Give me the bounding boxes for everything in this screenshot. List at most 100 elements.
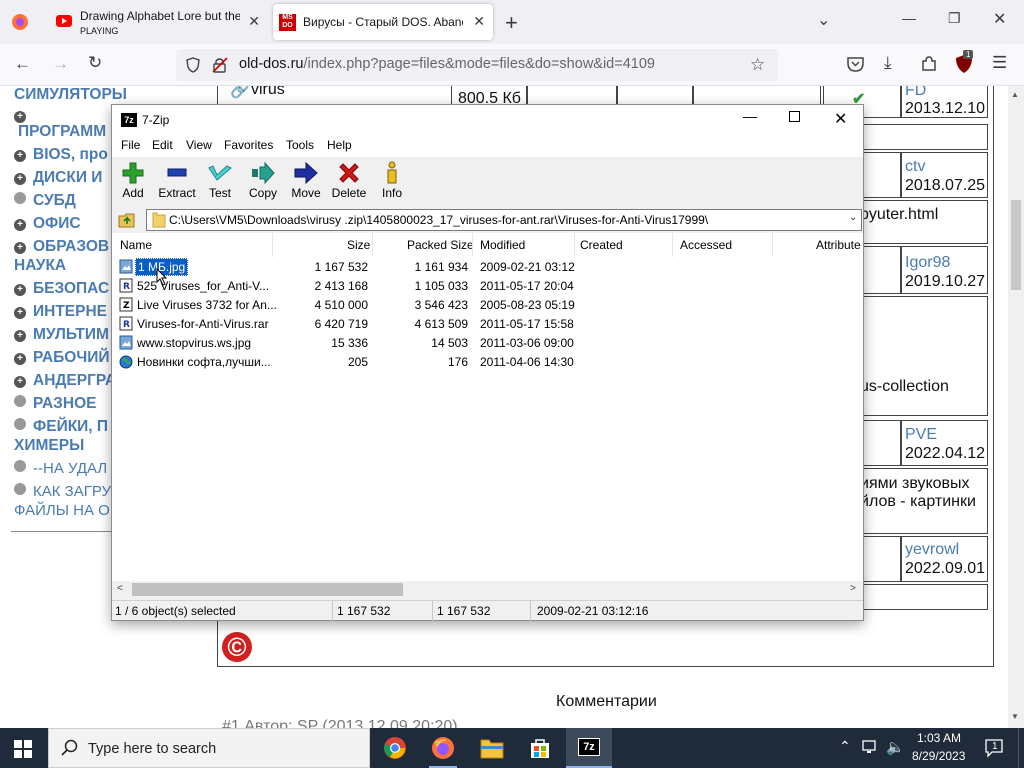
menu-item[interactable]: ХИМЕРЫ xyxy=(14,437,84,455)
column-header-modified[interactable]: Modified xyxy=(480,238,525,252)
file-row[interactable]: R 525 Viruses_for_Anti-V... 2 413 168 1 … xyxy=(112,276,863,295)
test-button[interactable]: Test xyxy=(197,157,243,205)
menu-file[interactable]: File xyxy=(121,138,140,152)
menu-item[interactable]: + БЕЗОПАС xyxy=(14,280,109,298)
menu-item[interactable]: ПРОГРАММ xyxy=(18,123,106,141)
file-row[interactable]: Новинки софта,лучши... 205 176 2011-04-0… xyxy=(112,352,863,371)
scroll-thumb[interactable] xyxy=(1011,200,1021,290)
show-desktop-button[interactable] xyxy=(1018,728,1024,768)
menu-item[interactable]: + РАБОЧИЙ xyxy=(14,349,110,367)
copy-button[interactable]: Copy xyxy=(240,157,286,205)
taskbar-file-explorer[interactable] xyxy=(469,728,515,768)
menu-help[interactable]: Help xyxy=(327,138,352,152)
column-header-name[interactable]: Name xyxy=(120,238,152,252)
move-button[interactable]: Move xyxy=(283,157,329,205)
firefox-view-icon[interactable] xyxy=(11,13,29,31)
close-tab-icon[interactable]: ✕ xyxy=(473,13,485,30)
column-separator[interactable] xyxy=(372,233,373,257)
author-link[interactable]: PVE xyxy=(905,426,937,444)
restore-icon[interactable]: ❐ xyxy=(948,10,961,27)
close-window-icon[interactable]: ✕ xyxy=(993,9,1006,29)
chevron-down-icon[interactable]: ⌄ xyxy=(849,212,857,223)
file-name[interactable]: Viruses-for-Anti-Virus.rar xyxy=(137,317,269,331)
clock-time[interactable]: 1:03 AM xyxy=(917,731,961,745)
url-text[interactable]: old-dos.ru/index.php?page=files&mode=fil… xyxy=(239,56,655,72)
scroll-left-icon[interactable]: < xyxy=(117,583,123,594)
menu-item[interactable]: РАЗНОЕ xyxy=(14,395,96,413)
author-link[interactable]: ctv xyxy=(905,158,925,176)
insecure-lock-icon[interactable] xyxy=(212,56,228,74)
menu-edit[interactable]: Edit xyxy=(152,138,173,152)
window-title-bar[interactable]: 7z 7-Zip — ✕ xyxy=(112,105,863,135)
folder-up-icon[interactable] xyxy=(118,211,136,229)
menu-item[interactable]: НАУКА xyxy=(14,257,66,275)
menu-item[interactable]: СУБД xyxy=(14,192,76,210)
delete-button[interactable]: Delete xyxy=(326,157,372,205)
file-row[interactable]: 1 МБ.jpg 1 167 532 1 161 934 2009-02-21 … xyxy=(112,257,863,276)
column-header-created[interactable]: Created xyxy=(580,238,623,252)
url-bar[interactable]: old-dos.ru/index.php?page=files&mode=fil… xyxy=(176,49,778,81)
tab-youtube[interactable]: Drawing Alphabet Lore but the PLAYING ✕ xyxy=(50,4,268,40)
column-separator[interactable] xyxy=(574,233,575,257)
author-link[interactable]: yevrowl xyxy=(905,541,959,559)
show-hidden-icons-icon[interactable]: ⌃ xyxy=(839,738,851,755)
back-icon[interactable]: ← xyxy=(14,54,31,74)
menu-item[interactable]: СИМУЛЯТОРЫ xyxy=(14,86,127,104)
close-tab-icon[interactable]: ✕ xyxy=(248,13,260,30)
add-button[interactable]: Add xyxy=(110,157,156,205)
scroll-thumb[interactable] xyxy=(132,583,403,596)
menu-item[interactable]: КАК ЗАГРУ xyxy=(14,483,111,500)
list-tabs-icon[interactable]: ⌄ xyxy=(817,10,830,30)
extract-button[interactable]: Extract xyxy=(154,157,200,205)
file-row[interactable]: Z Live Viruses 3732 for An... 4 510 000 … xyxy=(112,295,863,314)
column-separator[interactable] xyxy=(472,233,473,257)
taskbar-search[interactable]: Type here to search xyxy=(48,728,370,768)
menu-item[interactable]: + ИНТЕРНЕ xyxy=(14,303,107,321)
column-header-accessed[interactable]: Accessed xyxy=(680,238,732,252)
file-name[interactable]: Новинки софта,лучши... xyxy=(137,355,271,369)
menu-item[interactable]: ФАЙЛЫ НА О xyxy=(14,502,110,519)
close-window-icon[interactable]: ✕ xyxy=(834,109,847,129)
author-link[interactable]: Igor98 xyxy=(905,254,950,272)
menu-item[interactable]: + ОБРАЗОВ xyxy=(14,238,109,256)
menu-item[interactable]: + АНДЕРГРА xyxy=(14,372,116,390)
menu-item[interactable]: ФЕЙКИ, П xyxy=(14,418,108,436)
maximize-icon[interactable] xyxy=(789,111,800,122)
tab-old-dos[interactable]: MS DO Вирусы - Старый DOS. Aband ✕ xyxy=(273,4,493,40)
file-row[interactable]: www.stopvirus.ws.jpg 15 336 14 503 2011-… xyxy=(112,333,863,352)
extensions-icon[interactable] xyxy=(920,55,937,72)
horizontal-scrollbar[interactable]: < > xyxy=(112,581,863,598)
menu-icon[interactable]: ☰ xyxy=(992,53,1007,73)
file-row[interactable]: R Viruses-for-Anti-Virus.rar 6 420 719 4… xyxy=(112,314,863,333)
file-link[interactable]: virus xyxy=(251,86,285,99)
new-tab-icon[interactable]: + xyxy=(505,10,518,36)
column-separator[interactable] xyxy=(272,233,273,257)
network-icon[interactable] xyxy=(862,739,880,755)
column-separator[interactable] xyxy=(772,233,773,257)
menu-item[interactable]: + МУЛЬТИМ xyxy=(14,326,109,344)
minimize-icon[interactable]: — xyxy=(743,108,757,124)
file-name[interactable]: www.stopvirus.ws.jpg xyxy=(137,336,251,350)
column-header-size[interactable]: Size xyxy=(347,238,370,252)
downloads-icon[interactable]: ⤓ xyxy=(884,53,892,73)
column-header-packed[interactable]: Packed Size xyxy=(407,238,474,252)
taskbar-chrome[interactable] xyxy=(372,728,418,768)
column-header-attributes[interactable]: Attribute xyxy=(816,238,861,252)
pocket-icon[interactable] xyxy=(847,56,864,72)
scroll-up-icon[interactable]: ▲ xyxy=(1011,90,1019,99)
start-icon[interactable] xyxy=(14,740,32,758)
clock-date[interactable]: 8/29/2023 xyxy=(912,749,965,763)
reload-icon[interactable]: ↻ xyxy=(88,53,102,73)
menu-view[interactable]: View xyxy=(186,138,212,152)
scroll-right-icon[interactable]: > xyxy=(850,583,856,594)
minimize-icon[interactable]: — xyxy=(902,10,916,26)
scroll-down-icon[interactable]: ▼ xyxy=(1011,712,1019,721)
info-button[interactable]: Info xyxy=(369,157,415,205)
notification-center[interactable]: 1 xyxy=(984,738,1004,758)
taskbar-firefox[interactable] xyxy=(420,728,466,768)
menu-favorites[interactable]: Favorites xyxy=(224,138,273,152)
ublock-icon[interactable]: 1 xyxy=(955,50,974,74)
forward-icon[interactable]: → xyxy=(52,54,69,74)
menu-item[interactable]: + BIOS, про xyxy=(14,146,108,164)
bookmark-star-icon[interactable]: ☆ xyxy=(750,55,765,75)
